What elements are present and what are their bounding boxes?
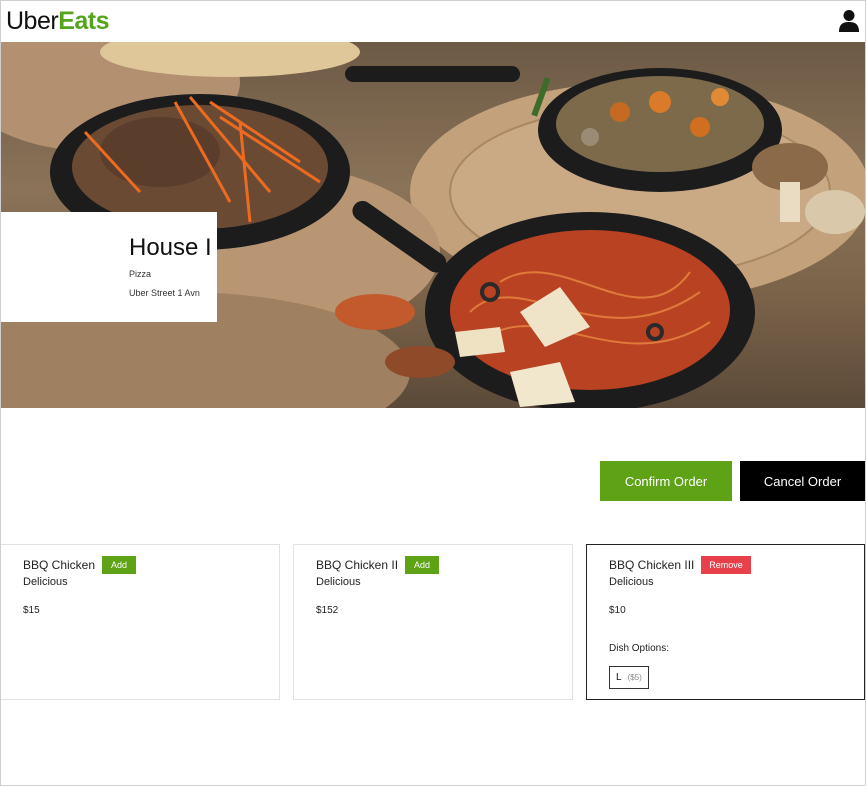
dish-options-title: Dish Options: <box>609 643 670 654</box>
uber-eats-logo[interactable]: UberEats <box>6 7 109 35</box>
restaurant-info-card: House I Pizza Uber Street 1 Avn <box>0 212 217 322</box>
dish-description: Delicious <box>316 576 361 588</box>
dish-name: BBQ Chicken III <box>609 558 695 572</box>
dish-card-selected[interactable]: BBQ Chicken III Remove Delicious $10 Dis… <box>586 544 865 700</box>
logo-eats-text: Eats <box>58 7 109 35</box>
logo-uber-text: Uber <box>6 7 59 35</box>
confirm-order-button[interactable]: Confirm Order <box>600 461 732 501</box>
dish-option-name: L <box>616 672 622 683</box>
dish-description: Delicious <box>23 576 68 588</box>
dish-option-extra-price: ($5) <box>627 673 642 682</box>
dish-price: $15 <box>23 605 40 616</box>
add-dish-button[interactable]: Add <box>405 556 439 574</box>
cancel-order-button[interactable]: Cancel Order <box>740 461 865 501</box>
dish-price: $10 <box>609 605 626 616</box>
top-nav: UberEats <box>0 0 866 42</box>
remove-dish-button[interactable]: Remove <box>701 556 751 574</box>
dish-card[interactable]: BBQ Chicken Add Delicious $15 <box>0 544 280 700</box>
dish-name: BBQ Chicken II <box>316 558 399 572</box>
user-icon[interactable] <box>838 9 860 33</box>
dish-price: $152 <box>316 605 339 616</box>
add-dish-button[interactable]: Add <box>102 556 136 574</box>
dish-option-chip[interactable]: L ($5) <box>609 666 649 689</box>
dish-card[interactable]: BBQ Chicken II Add Delicious $152 <box>293 544 573 700</box>
dish-name: BBQ Chicken <box>23 558 96 572</box>
restaurant-category[interactable]: Pizza <box>129 269 151 279</box>
restaurant-address: Uber Street 1 Avn <box>129 288 200 298</box>
dish-description: Delicious <box>609 576 654 588</box>
restaurant-name: House I <box>129 234 212 261</box>
restaurant-cover-image: House I Pizza Uber Street 1 Avn <box>0 42 866 408</box>
